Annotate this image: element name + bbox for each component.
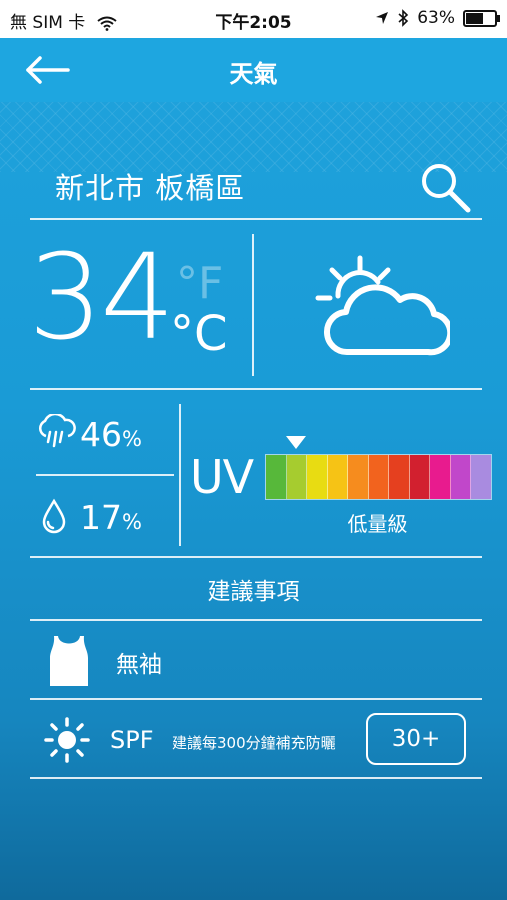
unit-celsius-toggle[interactable]: °C	[170, 306, 228, 362]
uv-scale-segment	[368, 455, 390, 499]
water-drop-icon	[42, 498, 66, 534]
sun-icon	[44, 717, 90, 763]
divider	[36, 474, 174, 476]
uv-scale-segment	[389, 455, 410, 499]
uv-scale-segment	[307, 455, 328, 499]
advice-title: 建議事項	[207, 579, 300, 605]
spf-label: SPF	[110, 726, 154, 754]
clothing-advice: 無袖	[116, 652, 162, 678]
divider	[30, 777, 482, 779]
battery-fill	[466, 12, 483, 24]
uv-scale-segment	[266, 455, 287, 499]
divider-vertical	[252, 234, 254, 376]
partly-cloudy-icon	[315, 255, 450, 356]
tank-top-icon	[50, 636, 88, 686]
spf-value-button[interactable]: 30+	[366, 713, 466, 765]
rain-probability: 46%	[80, 415, 142, 454]
uv-scale-segment	[286, 455, 308, 499]
divider	[30, 556, 482, 558]
temperature-value: 34	[28, 228, 175, 366]
humidity-unit: %	[122, 510, 142, 534]
status-right: 63%	[375, 8, 500, 28]
battery-icon	[463, 9, 500, 27]
uv-label: UV	[190, 450, 254, 504]
bluetooth-icon	[398, 9, 409, 27]
uv-level-marker-icon	[285, 436, 306, 449]
uv-level-text: 低量級	[347, 512, 408, 536]
divider	[30, 619, 482, 621]
battery-percent: 63%	[417, 8, 455, 28]
divider	[30, 218, 482, 220]
cloud-rain-icon	[39, 414, 76, 448]
uv-scale-segment	[327, 455, 349, 499]
nav-bar: 天氣	[0, 38, 507, 102]
uv-scale-segment	[409, 455, 431, 499]
uv-scale-segment	[450, 455, 472, 499]
rain-unit: %	[122, 427, 142, 451]
uv-scale-segment	[348, 455, 369, 499]
spf-note: 建議每300分鐘補充防曬	[172, 734, 336, 752]
page-title: 天氣	[229, 60, 278, 88]
humidity: 17%	[80, 498, 142, 537]
divider	[30, 388, 482, 390]
status-bar: 無 SIM 卡 下午2:05 63%	[0, 0, 507, 38]
location-name: 新北市 板橋區	[55, 171, 246, 205]
unit-fahrenheit-toggle[interactable]: °F	[176, 258, 223, 309]
uv-scale-segment	[471, 455, 492, 499]
humidity-value: 17	[80, 498, 122, 537]
uv-scale-segment	[430, 455, 451, 499]
divider	[30, 698, 482, 700]
location-arrow-icon	[376, 12, 389, 24]
divider-vertical	[179, 404, 181, 546]
rain-value: 46	[80, 415, 122, 454]
uv-scale	[265, 454, 492, 500]
search-icon[interactable]	[418, 160, 472, 214]
